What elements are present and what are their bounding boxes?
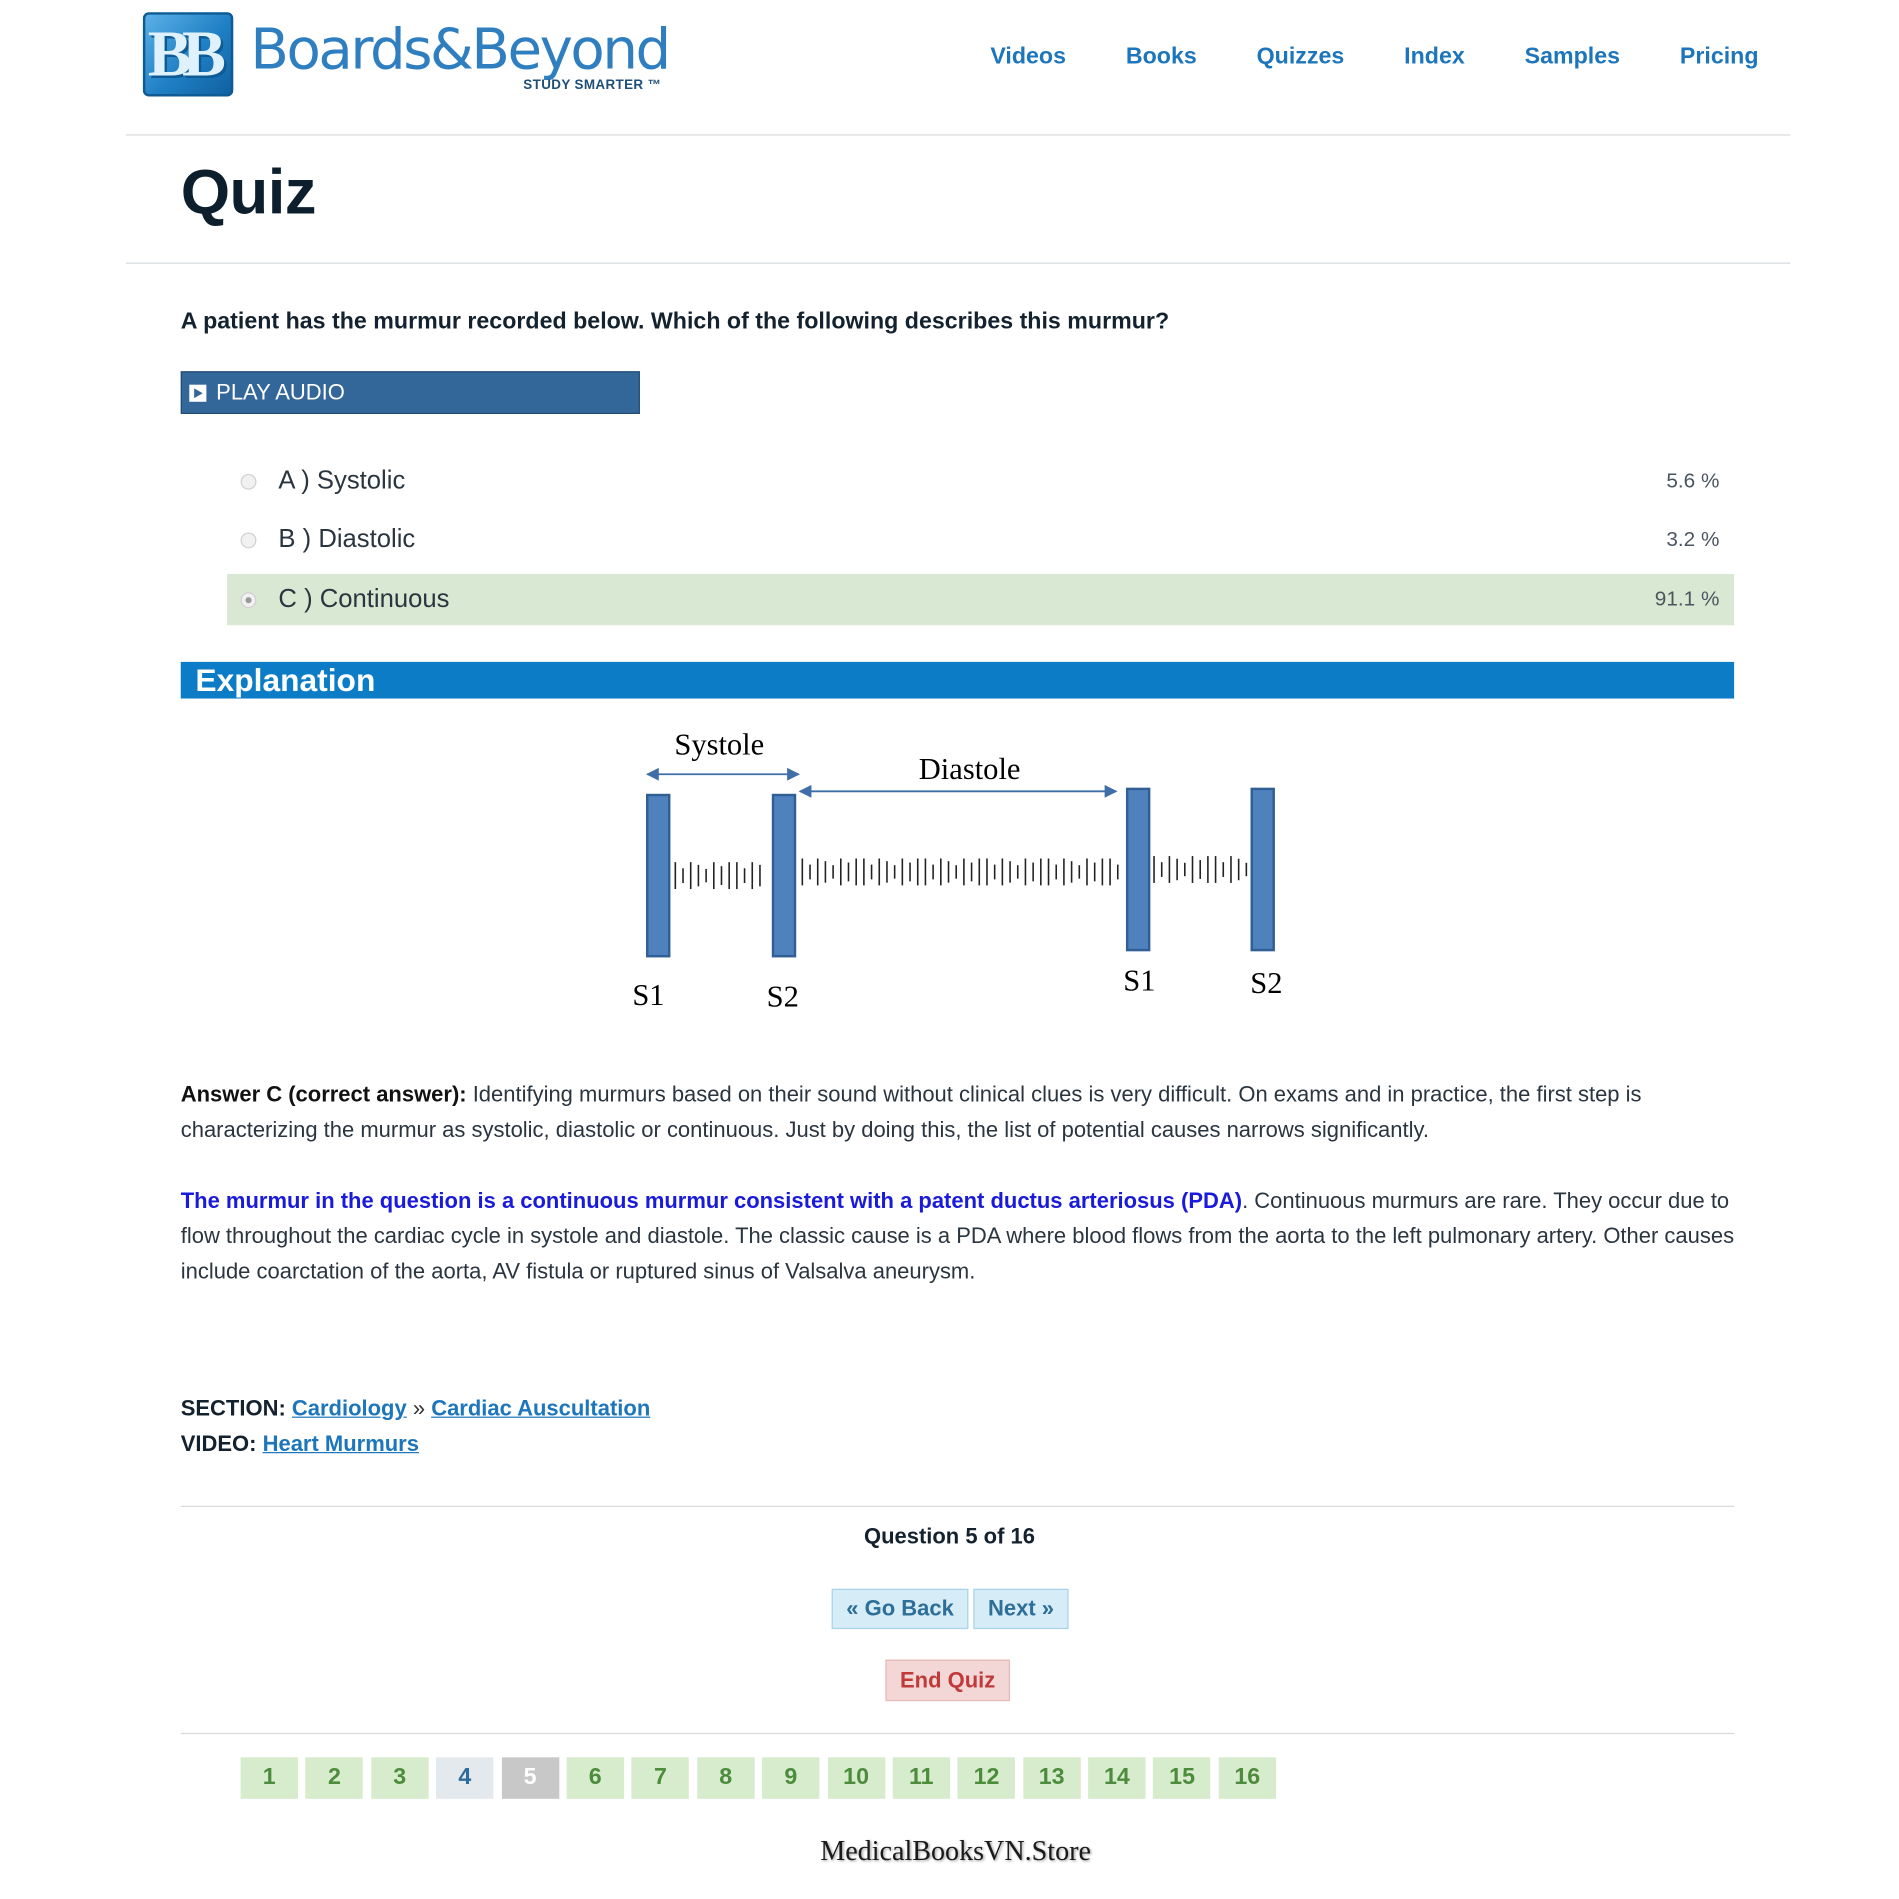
logo-mark-icon: BB	[142, 12, 234, 97]
question-pagination: 1 2 3 4 5 6 7 8 9 10 11 12 13 14 15 16	[240, 1757, 1284, 1799]
main-nav: Videos Books Quizzes Index Samples Prici…	[930, 44, 1758, 71]
nav-videos[interactable]: Videos	[990, 44, 1066, 71]
footer-divider	[180, 1505, 1735, 1507]
page-1[interactable]: 1	[240, 1757, 298, 1799]
page-8[interactable]: 8	[696, 1757, 755, 1799]
page-11[interactable]: 11	[892, 1757, 950, 1799]
s1-sound-bar	[646, 793, 671, 958]
murmur-diagram: Systole Diastole S1 S2 S1 S2	[632, 728, 1282, 1014]
answer-option-b[interactable]: B ) Diastolic 3.2 %	[227, 514, 1734, 565]
s2-sound-bar	[1250, 787, 1275, 952]
radio-button[interactable]	[240, 473, 257, 490]
play-audio-label: PLAY AUDIO	[216, 379, 345, 405]
question-navigation: « Go Back Next »	[831, 1588, 1074, 1630]
nav-samples[interactable]: Samples	[1525, 44, 1620, 71]
s1-sound-bar	[1125, 787, 1151, 952]
beat-label-s1: S1	[1123, 963, 1155, 997]
title-divider	[125, 262, 1791, 264]
murmur-waveform	[674, 856, 1248, 890]
nav-index[interactable]: Index	[1404, 44, 1465, 71]
page-6[interactable]: 6	[566, 1757, 624, 1799]
beat-label-s2: S2	[767, 979, 799, 1013]
page-15[interactable]: 15	[1153, 1757, 1211, 1799]
section-label: SECTION:	[180, 1395, 286, 1421]
page-4[interactable]: 4	[436, 1757, 494, 1799]
page-title: Quiz	[180, 157, 317, 229]
brand-logo[interactable]: BB Boards&Beyond STUDY SMARTER ™	[142, 12, 671, 97]
end-quiz-button[interactable]: End Quiz	[885, 1659, 1010, 1702]
diastole-label: Diastole	[919, 752, 1021, 786]
header-divider	[125, 134, 1791, 136]
option-percent: 5.6 %	[1666, 468, 1720, 493]
beat-label-s2: S2	[1250, 966, 1282, 1000]
breadcrumb-cardiac-auscultation[interactable]: Cardiac Auscultation	[431, 1396, 650, 1420]
beat-label-s1: S1	[632, 978, 664, 1012]
key-point: The murmur in the question is a continuo…	[180, 1188, 1243, 1213]
question-text: A patient has the murmur recorded below.…	[180, 308, 1170, 335]
page-16[interactable]: 16	[1218, 1757, 1276, 1799]
watermark: MedicalBooksVN.Store	[820, 1835, 1091, 1866]
radio-button-selected[interactable]	[240, 591, 257, 608]
page-5-current[interactable]: 5	[501, 1757, 559, 1799]
option-percent: 3.2 %	[1666, 527, 1720, 551]
video-link-heart-murmurs[interactable]: Heart Murmurs	[263, 1431, 419, 1455]
answer-explanation: Answer C (correct answer): Identifying m…	[181, 1077, 1734, 1148]
page-13[interactable]: 13	[1022, 1757, 1081, 1799]
play-audio-button[interactable]: PLAY AUDIO	[180, 371, 640, 414]
answer-option-a[interactable]: A ) Systolic 5.6 %	[227, 456, 1734, 507]
pagination-divider	[180, 1732, 1735, 1735]
option-label: C ) Continuous	[278, 584, 450, 614]
systole-label: Systole	[674, 728, 764, 762]
quiz-page: BB Boards&Beyond STUDY SMARTER ™ Videos …	[0, 0, 1899, 1899]
go-back-button[interactable]: « Go Back	[831, 1588, 969, 1630]
question-counter: Question 5 of 16	[863, 1524, 1035, 1549]
explanation-heading: Explanation	[180, 661, 1735, 699]
page-3[interactable]: 3	[370, 1757, 429, 1799]
nav-quizzes[interactable]: Quizzes	[1257, 44, 1345, 71]
page-10[interactable]: 10	[827, 1757, 885, 1799]
option-label: B ) Diastolic	[278, 525, 416, 554]
s2-sound-bar	[771, 793, 797, 958]
page-7[interactable]: 7	[631, 1757, 690, 1799]
play-icon	[189, 384, 207, 402]
radio-button[interactable]	[240, 531, 257, 548]
page-12[interactable]: 12	[957, 1757, 1016, 1799]
breadcrumb-cardiology[interactable]: Cardiology	[292, 1396, 407, 1420]
answer-option-c[interactable]: C ) Continuous 91.1 %	[227, 573, 1735, 626]
video-label: VIDEO:	[180, 1431, 257, 1456]
video-link-row: VIDEO: Heart Murmurs	[181, 1431, 419, 1457]
breadcrumb-separator: »	[412, 1395, 426, 1421]
nav-books[interactable]: Books	[1126, 44, 1197, 71]
answer-lead: Answer C (correct answer):	[180, 1081, 467, 1107]
page-14[interactable]: 14	[1088, 1757, 1146, 1799]
nav-pricing[interactable]: Pricing	[1680, 44, 1759, 71]
option-percent: 91.1 %	[1654, 587, 1720, 611]
next-button[interactable]: Next »	[973, 1588, 1069, 1630]
page-2[interactable]: 2	[305, 1757, 364, 1799]
detail-explanation: The murmur in the question is a continuo…	[181, 1183, 1734, 1289]
brand-name: Boards&Beyond	[250, 15, 671, 82]
option-label: A ) Systolic	[278, 466, 406, 495]
section-breadcrumb: SECTION: Cardiology » Cardiac Auscultati…	[181, 1396, 651, 1422]
page-9[interactable]: 9	[762, 1757, 820, 1799]
